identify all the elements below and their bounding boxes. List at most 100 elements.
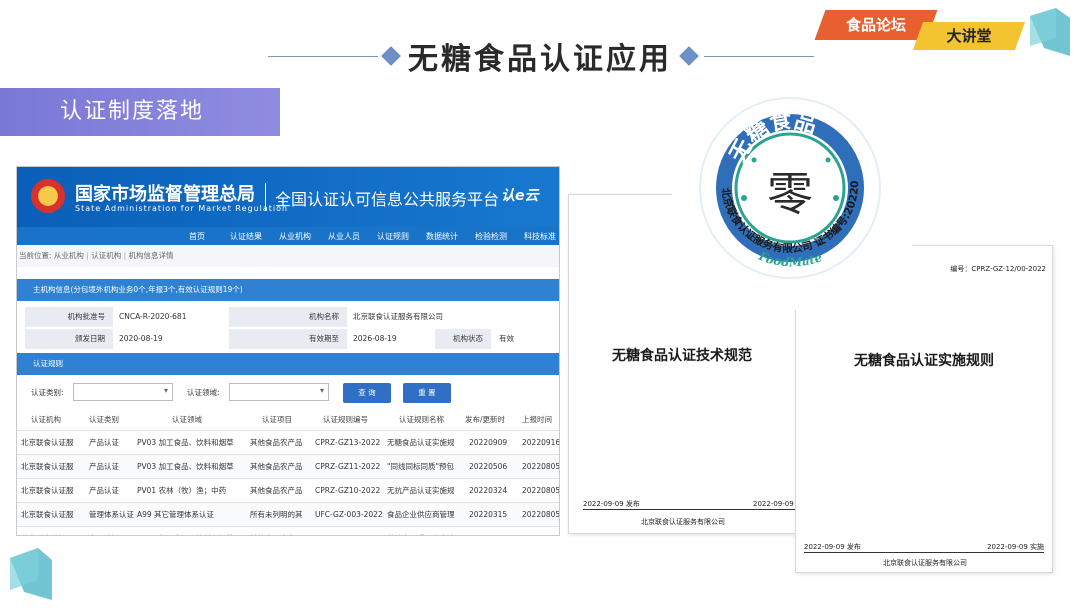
corner-decoration-icon <box>10 548 52 600</box>
breadcrumb-item[interactable]: 当前位置: 从业机构 <box>19 251 84 260</box>
issue-date-label: 颁发日期 <box>25 329 113 349</box>
table-row[interactable]: 北京联食认证服产品认证PV03 加工食品、饮料和烟草其他食品农产品CPRZ-GZ… <box>17 431 559 455</box>
lecture-tag-label: 大讲堂 <box>946 27 992 45</box>
table-cell: 产品认证 <box>89 527 119 535</box>
table-cell: 其他食品农产品 <box>250 527 303 535</box>
col-header: 认证项目 <box>262 415 292 424</box>
table-cell: 20220506 <box>469 462 508 471</box>
col-header: 认证领域 <box>172 415 202 424</box>
header-divider <box>265 183 266 211</box>
table-cell: 食品企业供应商管理 <box>387 510 455 519</box>
corner-decoration-icon <box>1030 8 1070 56</box>
doc2-code: 编号：CPRZ-GZ-12/00-2022 <box>950 265 1046 273</box>
doc2-issuer: 北京联食认证服务有限公司 <box>883 559 967 567</box>
table-cell: CPRZ-GZ10-2022 <box>315 486 381 495</box>
table-row[interactable]: 北京联食认证服 产品认证 PV01 农林（牧）渔；中药 其他食品农产品 CPRZ-GZ1… <box>17 479 559 503</box>
table-cell: 产品认证 <box>89 486 119 495</box>
nav-statistics[interactable]: 数据统计 <box>426 231 458 242</box>
doc2-publish-date: 2022-09-09 发布 <box>804 543 861 551</box>
nav-standards[interactable]: 科技标准 <box>524 231 556 242</box>
table-cell: 无抗产品认证实施规 <box>387 486 455 495</box>
approval-no-value: CNCA-R-2020-681 <box>119 312 187 321</box>
table-cell: CPRZ-GZ11-2022 <box>315 462 381 471</box>
table-cell: 北京联食认证服 <box>21 486 74 495</box>
table-header: 认证机构 认证类别 认证领域 认证项目 认证规则编号 认证规则名称 发布/更新时… <box>17 409 559 431</box>
rules-bar: 认证规则 <box>17 353 559 375</box>
table-row[interactable]: 北京联食认证服产品认证PV03 加工食品、饮料和烟草其他食品农产品CPRZ-GZ… <box>17 455 559 479</box>
table-cell: 北京联食认证服 <box>21 462 74 471</box>
nav-results[interactable]: 认证结果 <box>230 231 262 242</box>
table-cell: 20220324 <box>469 486 508 495</box>
lecture-tag: 大讲堂 <box>912 22 1026 50</box>
doc1-publish-date: 2022-09-09 发布 <box>583 500 640 508</box>
table-cell: 20220314 <box>469 527 507 535</box>
section-banner: 认证制度落地 <box>0 88 280 136</box>
org-name-label: 机构名称 <box>229 307 347 327</box>
type-filter-select[interactable] <box>73 383 173 401</box>
forum-tag-label: 食品论坛 <box>845 16 906 34</box>
col-header: 发布/更新时 <box>465 415 506 424</box>
org-name-value: 北京联食认证服务有限公司 <box>353 312 443 321</box>
field-filter-label: 认证领域: <box>187 388 220 397</box>
col-header: 认证类别 <box>89 415 119 424</box>
table-cell: 所有未列明的其 <box>250 510 303 519</box>
table-cell: PV03 加工食品、饮料和烟草 <box>137 438 234 447</box>
doc2-title: 无糖食品认证实施规则 <box>854 353 994 369</box>
table-cell: 无糖食品认证实施规 <box>387 438 455 447</box>
table-cell: 20220916 <box>522 438 560 447</box>
nav-institutions[interactable]: 从业机构 <box>279 231 311 242</box>
filter-row: 认证类别: 认证领域: 查 询 重 置 <box>17 375 559 409</box>
agency-name: 国家市场监督管理总局 <box>75 184 255 205</box>
doc1-rule <box>583 509 795 510</box>
sugar-free-seal-icon: 无糖食品 零 FoodMate 北京联食认证服务有限公司 证书编号:202200… <box>672 88 912 310</box>
table-row[interactable]: 北京联食认证服 产品认证 PV03 加工食品、饮料和烟草其他食品农产品 CPRZ-GZ… <box>17 527 559 535</box>
type-filter-label: 认证类别: <box>31 388 64 397</box>
table-cell: CPRZ-GZ09-2022 <box>315 527 380 535</box>
valid-until-value: 2026-08-19 <box>353 334 397 343</box>
reset-button[interactable]: 重 置 <box>403 383 451 403</box>
table-cell: A99 其它管理体系认证 <box>137 510 215 519</box>
website-nav: 首页 认证结果 从业机构 从业人员 认证规则 数据统计 检验检测 科技标准 <box>17 227 559 245</box>
national-emblem-icon <box>31 179 65 213</box>
breadcrumb-item: 机构信息详情 <box>128 251 174 260</box>
seal-center-glyph: 零 <box>767 167 813 221</box>
table-cell: CPRZ-GZ13-2022 <box>315 438 381 447</box>
table-cell: UFC-GZ-003-2022 <box>315 510 383 519</box>
breadcrumb: 当前位置: 从业机构 | 认证机构 | 机构信息详情 <box>17 245 559 267</box>
field-filter-select[interactable] <box>229 383 329 401</box>
nav-testing[interactable]: 检验检测 <box>475 231 507 242</box>
table-cell: 北京联食认证服 <box>21 510 74 519</box>
platform-name: 全国认证认可信息公共服务平台 <box>275 190 500 209</box>
col-header: 认证规则编号 <box>323 415 368 424</box>
table-cell: 20220315 <box>469 510 508 519</box>
table-cell: PV01 农林（牧）渔；中药 <box>137 486 227 495</box>
nav-home[interactable]: 首页 <box>189 231 205 242</box>
table-cell: 北京联食认证服 <box>21 527 74 535</box>
doc2-implement-date: 2022-09-09 实施 <box>987 543 1044 551</box>
search-button[interactable]: 查 询 <box>343 383 391 403</box>
nav-personnel[interactable]: 从业人员 <box>328 231 360 242</box>
org-info-bar: 主机构信息(分包境外机构业务0个,年报3个,有效认证规则19个) <box>17 279 559 301</box>
valid-until-label: 有效期至 <box>229 329 347 349</box>
table-cell: 其他食品农产品 <box>250 486 303 495</box>
col-header: 认证机构 <box>31 415 61 424</box>
status-value: 有效 <box>499 334 514 343</box>
col-header: 认证规则名称 <box>399 415 444 424</box>
table-cell: 20220805 <box>522 527 559 535</box>
nav-rules[interactable]: 认证规则 <box>377 231 409 242</box>
table-cell: "同线同标同质"预包 <box>387 462 454 471</box>
table-cell: 产品认证 <box>89 438 119 447</box>
info-row: 颁发日期 2020-08-19 有效期至 2026-08-19 机构状态 有效 <box>17 329 559 349</box>
breadcrumb-item[interactable]: 认证机构 <box>91 251 121 260</box>
col-header: 上报时间 <box>522 415 552 424</box>
doc1-title: 无糖食品认证技术规范 <box>612 348 752 364</box>
cnca-website-screenshot: 国家市场监督管理总局 State Administration for Mark… <box>16 166 560 536</box>
doc1-implement-date: 2022-09-09 实施 <box>753 500 795 508</box>
table-cell: PV03 加工食品、饮料和烟草 <box>137 462 234 471</box>
table-cell: 20220805 <box>522 462 560 471</box>
table-cell: PV03 加工食品、饮料和烟草 <box>137 527 249 535</box>
agency-name-en: State Administration for Market Regulati… <box>75 204 289 213</box>
website-header: 国家市场监督管理总局 State Administration for Mark… <box>17 167 559 227</box>
table-row[interactable]: 北京联食认证服 管理体系认证 A99 其它管理体系认证 所有未列明的其 UFC-GZ-0… <box>17 503 559 527</box>
table-cell: 20220805 <box>522 510 560 519</box>
